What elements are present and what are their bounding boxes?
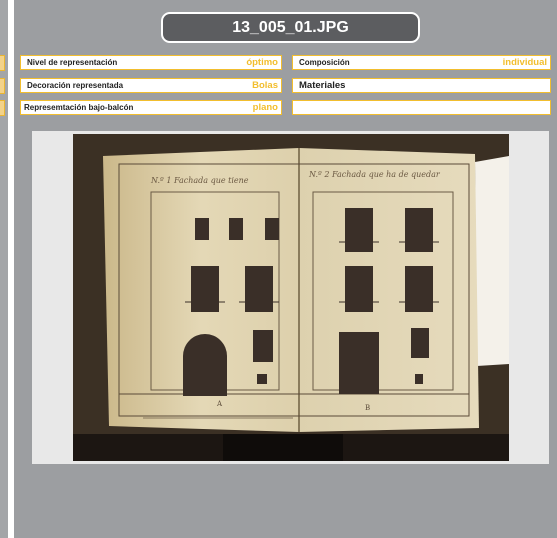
left-facade-caption: N.º 1 Fachada que tiene (150, 176, 249, 185)
field-decoracion-representada[interactable]: Decoración representada Bolas (20, 78, 282, 93)
field-materiales[interactable]: Materiales (292, 78, 551, 93)
field-label: Nivel de representación (27, 58, 118, 67)
left-panel-strip (0, 0, 8, 538)
field-value: individual (502, 57, 547, 68)
label-a: A (216, 400, 223, 408)
field-label: Composición (299, 58, 350, 67)
right-facade-caption: N.º 2 Fachada que ha de quedar (308, 170, 441, 179)
label-b: B (365, 404, 370, 412)
field-label: Materiales (299, 80, 346, 91)
left-field-stub (0, 100, 5, 116)
field-value: óptimo (246, 57, 278, 68)
field-composicion[interactable]: Composición individual (292, 55, 551, 70)
field-value: plano (252, 102, 278, 113)
field-representacion-bajo-balcon[interactable]: Represemtación bajo-balcón plano (20, 100, 282, 115)
file-title: 13_005_01.JPG (161, 12, 420, 43)
field-label: Decoración representada (27, 81, 124, 90)
field-value: Bolas (252, 80, 278, 91)
detail-panel: 13_005_01.JPG Nivel de representación óp… (14, 0, 557, 538)
photo-frame: N.º 1 Fachada que tiene N.º 2 Fachada qu… (32, 131, 549, 464)
facade-drawing-image: N.º 1 Fachada que tiene N.º 2 Fachada qu… (73, 134, 509, 461)
left-field-stub (0, 78, 5, 94)
field-label: Represemtación bajo-balcón (24, 103, 134, 112)
left-field-stub (0, 55, 5, 71)
field-nivel-representacion[interactable]: Nivel de representación óptimo (20, 55, 282, 70)
facade-drawing-photo[interactable]: N.º 1 Fachada que tiene N.º 2 Fachada qu… (73, 134, 509, 461)
field-empty[interactable] (292, 100, 551, 115)
